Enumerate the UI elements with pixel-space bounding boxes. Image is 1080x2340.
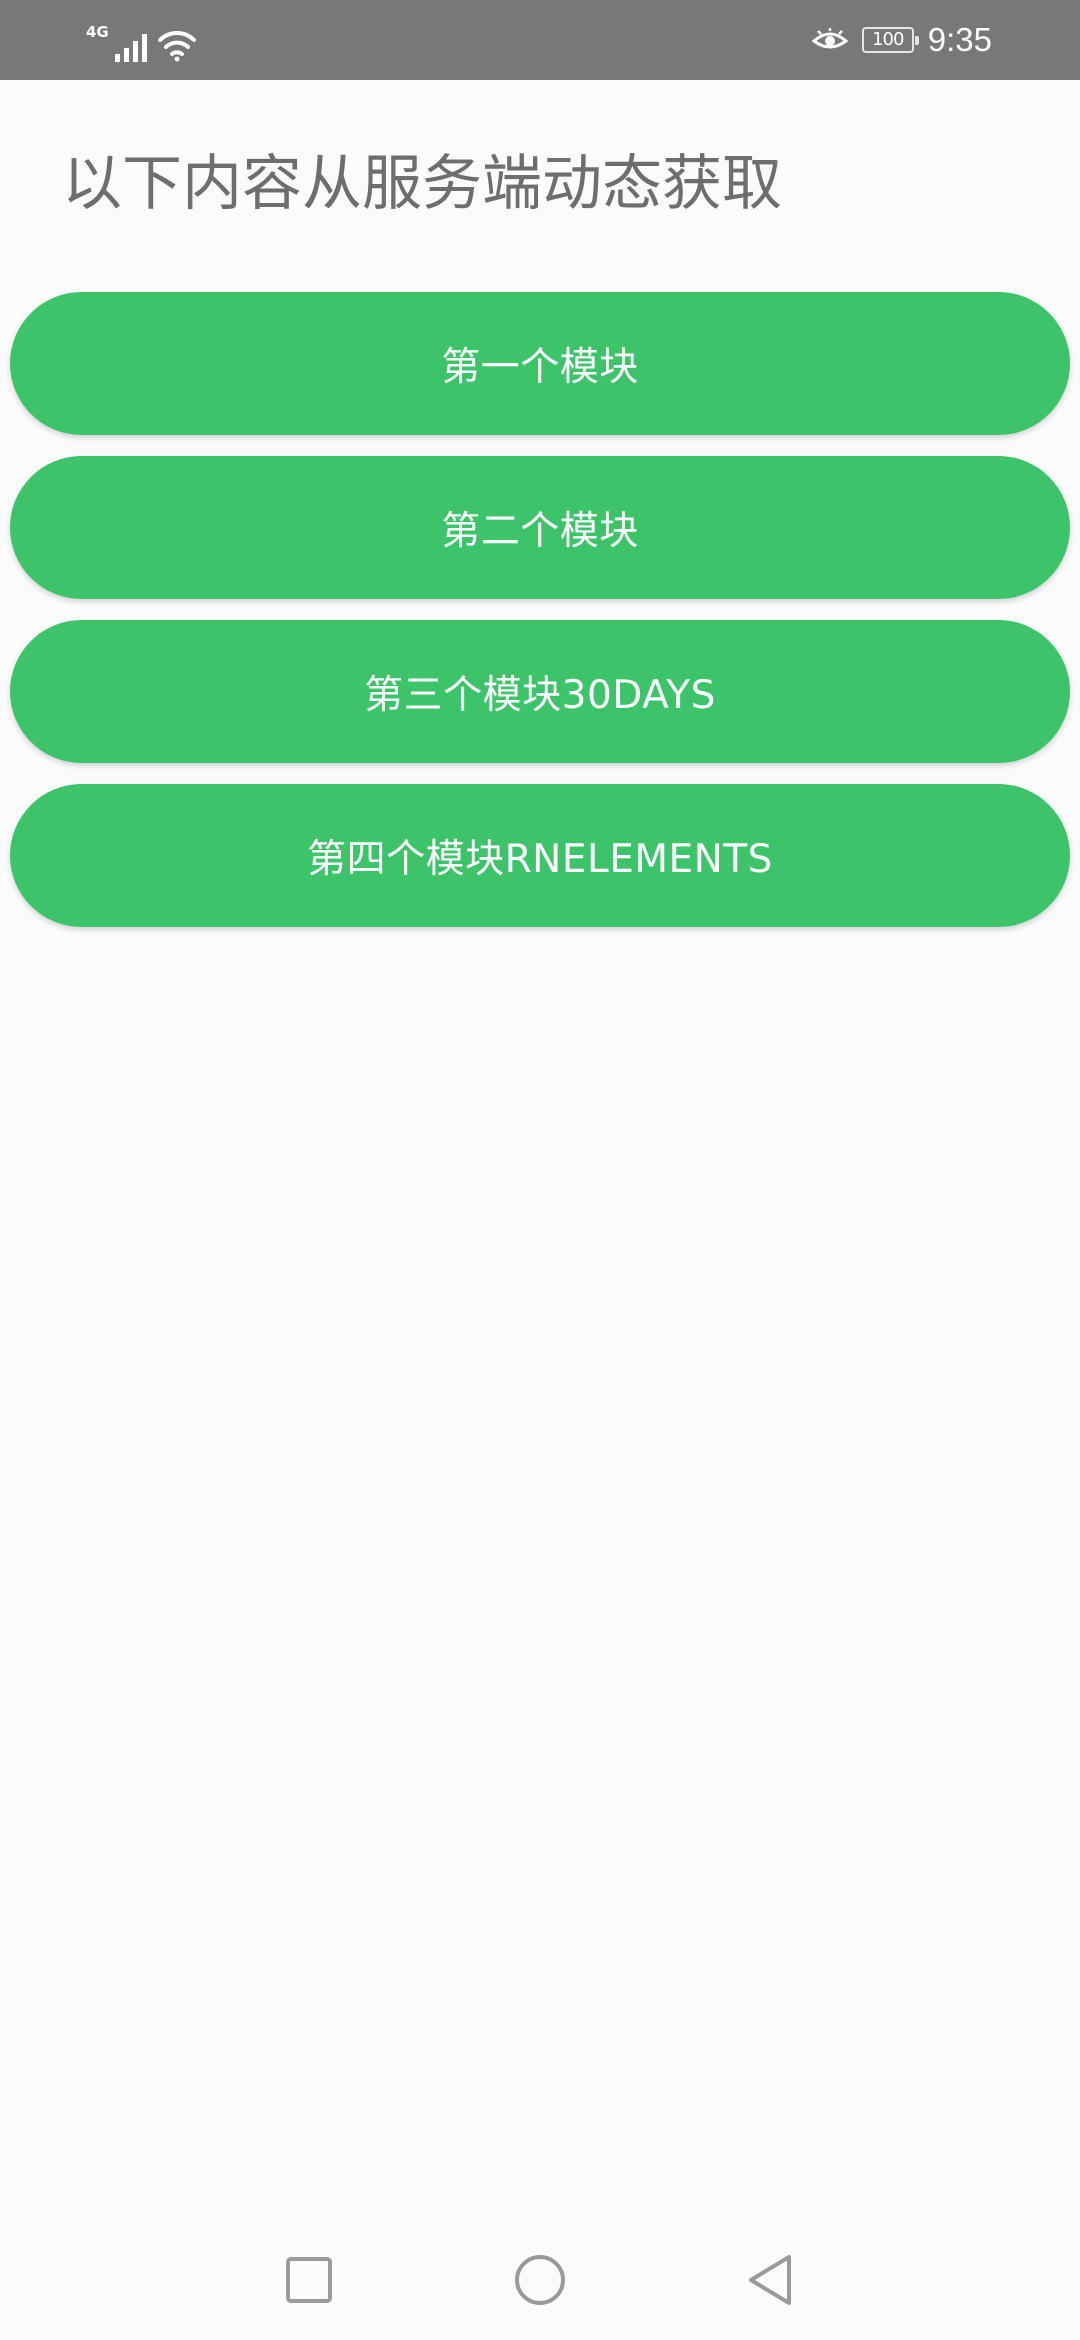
- eye-icon: [811, 27, 848, 53]
- page-heading: 以下内容从服务端动态获取: [62, 149, 782, 219]
- battery-level: 100: [872, 29, 904, 50]
- status-left: 4G: [86, 18, 197, 62]
- recent-apps-button[interactable]: [277, 2248, 341, 2312]
- signal-icon: [114, 28, 147, 62]
- network-type: 4G: [86, 23, 109, 41]
- navigation-bar: [0, 2220, 1080, 2340]
- status-bar: 4G 100 9:35: [0, 0, 1080, 80]
- app-screen: 4G 100 9:35 以下内容从服务端动态获取 第一个模块 第二个模块 第三个…: [0, 0, 1080, 2340]
- module-button-3[interactable]: 第三个模块30DAYS: [10, 620, 1070, 763]
- module-button-4[interactable]: 第四个模块RNELEMENTS: [10, 784, 1070, 927]
- status-right: 100 9:35: [811, 14, 992, 66]
- recent-apps-icon: [285, 2256, 333, 2304]
- wifi-icon: [157, 28, 197, 62]
- status-time: 9:35: [927, 21, 992, 58]
- module-button-2[interactable]: 第二个模块: [10, 456, 1070, 599]
- back-button[interactable]: [738, 2248, 802, 2312]
- module-button-1[interactable]: 第一个模块: [10, 292, 1070, 435]
- module-list: 第一个模块 第二个模块 第三个模块30DAYS 第四个模块RNELEMENTS: [10, 292, 1070, 948]
- back-icon: [745, 2253, 795, 2307]
- battery-icon: 100: [861, 27, 919, 53]
- home-icon: [513, 2253, 567, 2307]
- home-button[interactable]: [508, 2248, 572, 2312]
